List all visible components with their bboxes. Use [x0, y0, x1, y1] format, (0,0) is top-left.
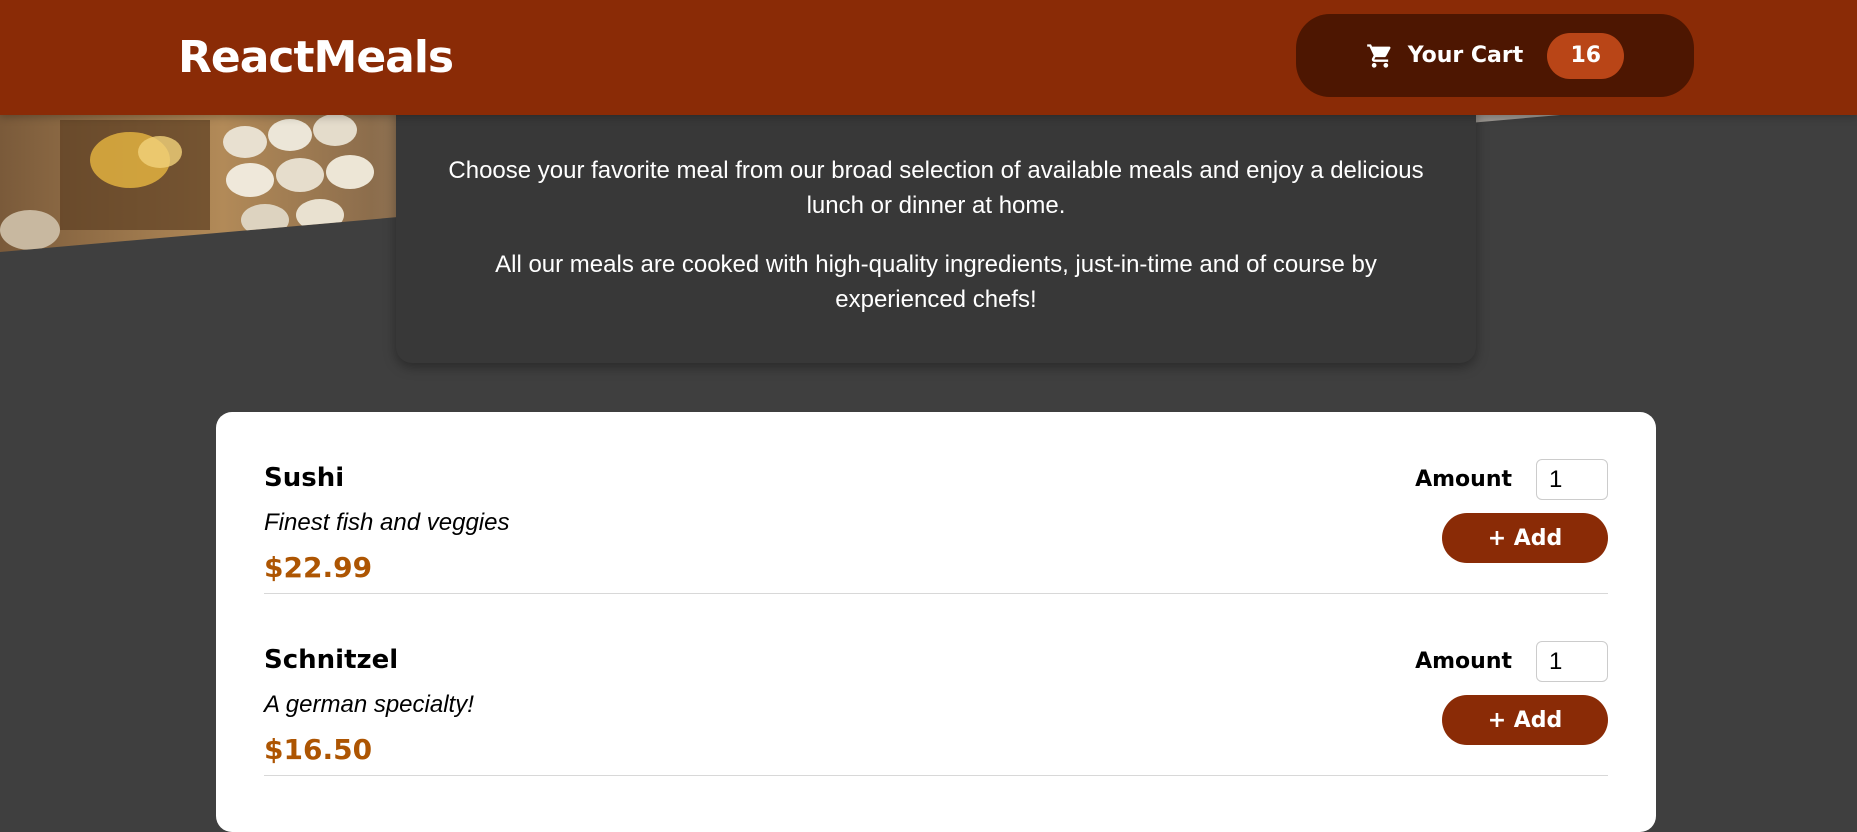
amount-row: Amount [1415, 641, 1608, 682]
app-header: ReactMeals Your Cart 16 [0, 0, 1857, 115]
summary-quality-text: All our meals are cooked with high-quali… [495, 251, 1377, 313]
cart-icon [1366, 42, 1394, 70]
amount-input[interactable] [1536, 641, 1608, 682]
meal-description: Finest fish and veggies [264, 509, 510, 536]
meal-price: $22.99 [264, 551, 373, 584]
add-to-cart-button[interactable]: + Add [1442, 513, 1608, 563]
meal-item-sushi: Sushi Finest fish and veggies $22.99 Amo… [264, 412, 1608, 594]
amount-input[interactable] [1536, 459, 1608, 500]
amount-label: Amount [1415, 649, 1512, 674]
meal-description: A german specialty! [264, 691, 474, 718]
meal-name: Schnitzel [264, 645, 399, 675]
meals-summary: Choose your favorite meal from our broad… [396, 105, 1476, 363]
meal-price: $16.50 [264, 733, 373, 766]
app-logo: ReactMeals [178, 32, 454, 83]
amount-label: Amount [1415, 467, 1512, 492]
add-to-cart-button[interactable]: + Add [1442, 695, 1608, 745]
available-meals-card: Sushi Finest fish and veggies $22.99 Amo… [216, 412, 1656, 832]
meal-item-schnitzel: Schnitzel A german specialty! $16.50 Amo… [264, 594, 1608, 776]
cart-label: Your Cart [1407, 43, 1524, 68]
meal-name: Sushi [264, 463, 345, 493]
cart-button[interactable]: Your Cart 16 [1296, 14, 1694, 97]
cart-count-badge: 16 [1547, 32, 1625, 79]
amount-row: Amount [1415, 459, 1608, 500]
summary-intro-text: Choose your favorite meal from our broad… [448, 157, 1424, 219]
